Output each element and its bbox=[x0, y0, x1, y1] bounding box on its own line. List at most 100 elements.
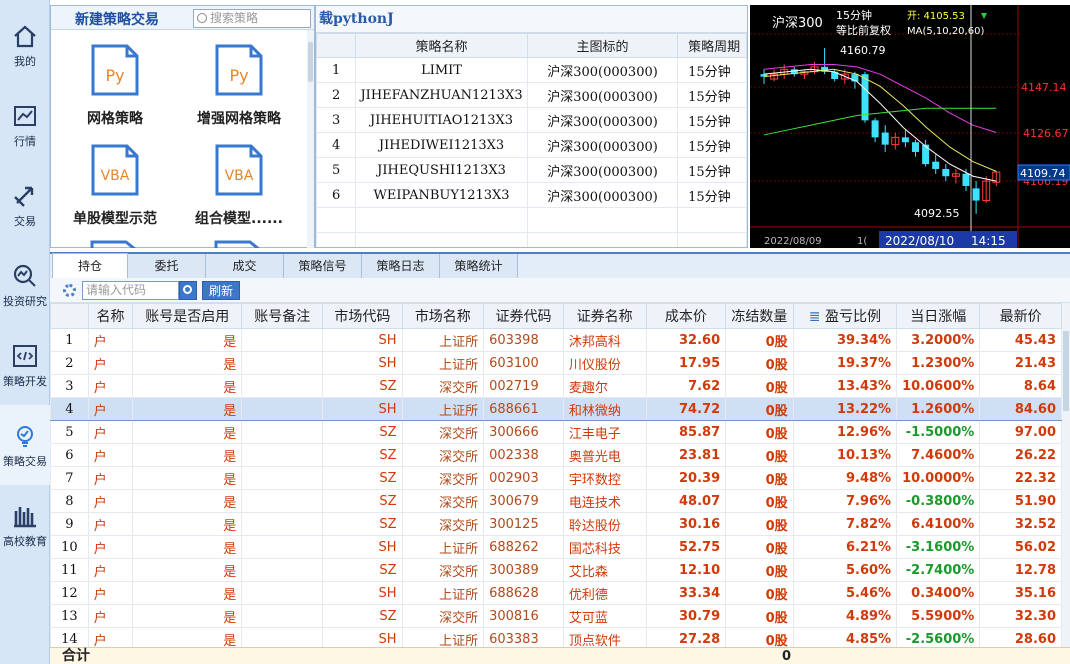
strategy-cell: 15分钟 bbox=[677, 182, 747, 208]
table-cell: 10 bbox=[50, 535, 89, 559]
table-row[interactable]: 1 户是 SH 上证所 603398 沐邦高科 32.60 0股 39.34% 3.2000% 45… bbox=[50, 328, 1062, 352]
sidebar-item-research[interactable]: 投资研究 bbox=[0, 245, 50, 325]
kline-price-tick: 4126.67 bbox=[1023, 127, 1069, 140]
table-cell: 上证所 bbox=[401, 351, 485, 375]
strategy-cell: JIHEQUSHI1213X3 bbox=[355, 157, 528, 183]
holdings-col-header[interactable]: 当日涨幅 bbox=[896, 303, 981, 329]
tab-orders[interactable]: 委托 bbox=[128, 254, 206, 278]
strategy-file[interactable]: VBA 单股模型示范 bbox=[55, 142, 175, 228]
table-cell: 户 bbox=[87, 443, 134, 467]
holdings-col-header[interactable]: 成本价 bbox=[645, 303, 727, 329]
strategy-file[interactable]: Py 增强网格策略 bbox=[179, 42, 299, 128]
holdings-col-header[interactable]: 证券名称 bbox=[562, 303, 647, 329]
holdings-col-header[interactable] bbox=[50, 303, 89, 329]
table-row[interactable]: 11 户是 SZ 深交所 300389 艾比森 12.10 0股 5.60% -2.7400% 12… bbox=[50, 558, 1062, 582]
table-row[interactable]: 14 户是 SH 上证所 603383 顶点软件 27.28 0股 4.85% -2.5600% 2… bbox=[50, 627, 1062, 647]
strategy-row[interactable]: 4 JIHEDIWEI1213X3 沪深300(000300) 15分钟 bbox=[316, 132, 747, 158]
table-cell: 603398 bbox=[483, 328, 564, 352]
sidebar-item-mine[interactable]: 我的 bbox=[0, 5, 50, 85]
strategy-panel-header: 新建策略交易 搜索策略 bbox=[51, 6, 314, 30]
strategy-cell: 沪深300(000300) bbox=[526, 57, 679, 83]
holdings-col-header[interactable]: 市场名称 bbox=[401, 303, 485, 329]
table-row[interactable]: 8 户是 SZ 深交所 300679 电连技术 48.07 0股 7.96% -0.3800% 51… bbox=[50, 489, 1062, 513]
gear-icon[interactable] bbox=[63, 284, 76, 297]
refresh-button[interactable]: 刷新 bbox=[202, 281, 240, 300]
kline-chart[interactable]: 沪深300 15分钟 等比前复权 开: 4105.53 MA(5,10,20,6… bbox=[750, 5, 1070, 248]
sidebar-item-label: 我的 bbox=[14, 55, 36, 68]
sidebar-item-trade[interactable]: 交易 bbox=[0, 165, 50, 245]
strategy-search-input[interactable]: 搜索策略 bbox=[193, 9, 311, 28]
table-row[interactable]: 10 户是 SH 上证所 688262 国芯科技 52.75 0股 6.21% -3.1600% 5… bbox=[50, 535, 1062, 559]
tab-stats[interactable]: 策略统计 bbox=[440, 254, 518, 278]
table-row[interactable]: 4 户是 SH 上证所 688661 和林微纳 74.72 0股 13.22% 1.2600% 84… bbox=[50, 397, 1062, 421]
strategy-row[interactable]: 1 LIMIT 沪深300(000300) 15分钟 bbox=[316, 57, 747, 83]
strategy-file-name: 单股模型示范 bbox=[73, 211, 157, 227]
holdings-col-header[interactable]: 最新价 bbox=[979, 303, 1062, 329]
strategy-cell: 4 bbox=[316, 132, 357, 158]
table-cell: 97.00 bbox=[979, 420, 1062, 444]
strategy-file-grid: Py 网格策略 Py 增强网格策略 VBA 单股模型示范 VBA 组合模型...… bbox=[51, 30, 309, 248]
holdings-col-header[interactable]: 账号是否启用 bbox=[132, 303, 243, 329]
holdings-col-header[interactable]: 证券代码 bbox=[483, 303, 564, 329]
table-cell: 是 bbox=[132, 443, 243, 467]
new-strategy-tab[interactable]: 新建策略交易 bbox=[75, 9, 159, 29]
table-cell: SH bbox=[322, 397, 403, 421]
sidebar-item-education[interactable]: 高校教育 bbox=[0, 485, 50, 565]
bottom-tab-bar: 持仓 委托 成交 策略信号 策略日志 策略统计 bbox=[50, 252, 1070, 279]
strategy-col-header[interactable]: 策略周期 bbox=[677, 33, 747, 58]
table-cell: 麦趣尔 bbox=[562, 374, 647, 398]
table-row[interactable]: 6 户是 SZ 深交所 002338 奥普光电 23.81 0股 10.13% 7.4600% 26… bbox=[50, 443, 1062, 467]
table-row[interactable]: 9 户是 SZ 深交所 300125 聆达股份 30.16 0股 7.82% 6.4100% 32.… bbox=[50, 512, 1062, 536]
svg-text:Py: Py bbox=[229, 66, 248, 85]
tab-log[interactable]: 策略日志 bbox=[362, 254, 440, 278]
sidebar-item-strategy-trade[interactable]: 策略交易 bbox=[0, 405, 50, 485]
table-cell: 户 bbox=[87, 581, 134, 605]
sidebar-item-label: 交易 bbox=[14, 215, 36, 228]
code-input[interactable]: 请输入代码 bbox=[82, 281, 179, 300]
holdings-col-header[interactable]: 冻结数量 bbox=[725, 303, 794, 329]
table-row[interactable]: 5 户是 SZ 深交所 300666 江丰电子 85.87 0股 12.96% -1.5000% 9… bbox=[50, 420, 1062, 444]
table-row[interactable]: 7 户是 SZ 深交所 002903 宇环数控 20.39 0股 9.48% 10.0000% 22… bbox=[50, 466, 1062, 490]
table-row[interactable]: 12 户是 SH 上证所 688628 优利德 33.34 0股 5.46% 0.3400% 35.… bbox=[50, 581, 1062, 605]
kline-canvas[interactable]: 沪深300 15分钟 等比前复权 开: 4105.53 MA(5,10,20,6… bbox=[750, 5, 1070, 248]
strategy-col-header[interactable]: 策略名称 bbox=[355, 33, 528, 58]
table-cell: SZ bbox=[322, 466, 403, 490]
strategy-cell: 沪深300(000300) bbox=[526, 107, 679, 133]
table-cell: SZ bbox=[322, 604, 403, 628]
table-cell: 户 bbox=[87, 627, 134, 647]
strategy-cell: 沪深300(000300) bbox=[526, 132, 679, 158]
table-cell bbox=[241, 420, 324, 444]
holdings-scrollbar[interactable] bbox=[1062, 303, 1070, 647]
strategy-cell: 1 bbox=[316, 57, 357, 83]
tab-trades[interactable]: 成交 bbox=[206, 254, 284, 278]
table-row[interactable]: 2 户是 SH 上证所 603100 川仪股份 17.95 0股 19.37% 1.2300% 21… bbox=[50, 351, 1062, 375]
kline-candle bbox=[871, 120, 879, 138]
holdings-col-header[interactable]: 账号备注 bbox=[241, 303, 324, 329]
strategy-row[interactable]: 6 WEIPANBUY1213X3 沪深300(000300) 15分钟 bbox=[316, 182, 747, 208]
tab-signals[interactable]: 策略信号 bbox=[284, 254, 362, 278]
holdings-col-header[interactable]: 市场代码 bbox=[322, 303, 403, 329]
sidebar-item-market[interactable]: 行情 bbox=[0, 85, 50, 165]
strategy-panel-scrollbar[interactable] bbox=[307, 30, 314, 248]
tab-position[interactable]: 持仓 bbox=[52, 253, 128, 279]
strategy-col-header[interactable]: 主图标的 bbox=[526, 33, 679, 58]
table-row[interactable]: 13 户是 SZ 深交所 300816 艾可蓝 30.79 0股 4.89% 5.5900% 32.… bbox=[50, 604, 1062, 628]
table-cell: SZ bbox=[322, 420, 403, 444]
kline-adjust: 等比前复权 bbox=[836, 23, 891, 37]
holdings-col-header[interactable]: ≣ 盈亏比例 bbox=[792, 303, 898, 329]
sort-icon[interactable]: ≣ bbox=[809, 309, 825, 325]
strategy-cell: 15分钟 bbox=[677, 82, 747, 108]
strategy-col-header[interactable] bbox=[316, 33, 357, 58]
strategy-row[interactable]: 3 JIHEHUITIAO1213X3 沪深300(000300) 15分钟 bbox=[316, 107, 747, 133]
sidebar-item-dev[interactable]: 策略开发 bbox=[0, 325, 50, 405]
strategy-row[interactable]: 2 JIHEFANZHUAN1213X3 沪深300(000300) 15分钟 bbox=[316, 82, 747, 108]
strategy-cell bbox=[526, 207, 679, 233]
search-button[interactable] bbox=[179, 281, 197, 300]
strategy-file[interactable]: VBA 组合模型...... bbox=[179, 142, 299, 228]
table-cell: 是 bbox=[132, 328, 243, 352]
holdings-col-header[interactable]: 名称 bbox=[87, 303, 134, 329]
table-row[interactable]: 3 户是 SZ 深交所 002719 麦趣尔 7.62 0股 13.43% 10.0600% 8.6… bbox=[50, 374, 1062, 398]
strategy-file[interactable]: Py 网格策略 bbox=[55, 42, 175, 128]
table-cell: 0.3400% bbox=[896, 581, 981, 605]
strategy-row[interactable]: 5 JIHEQUSHI1213X3 沪深300(000300) 15分钟 bbox=[316, 157, 747, 183]
